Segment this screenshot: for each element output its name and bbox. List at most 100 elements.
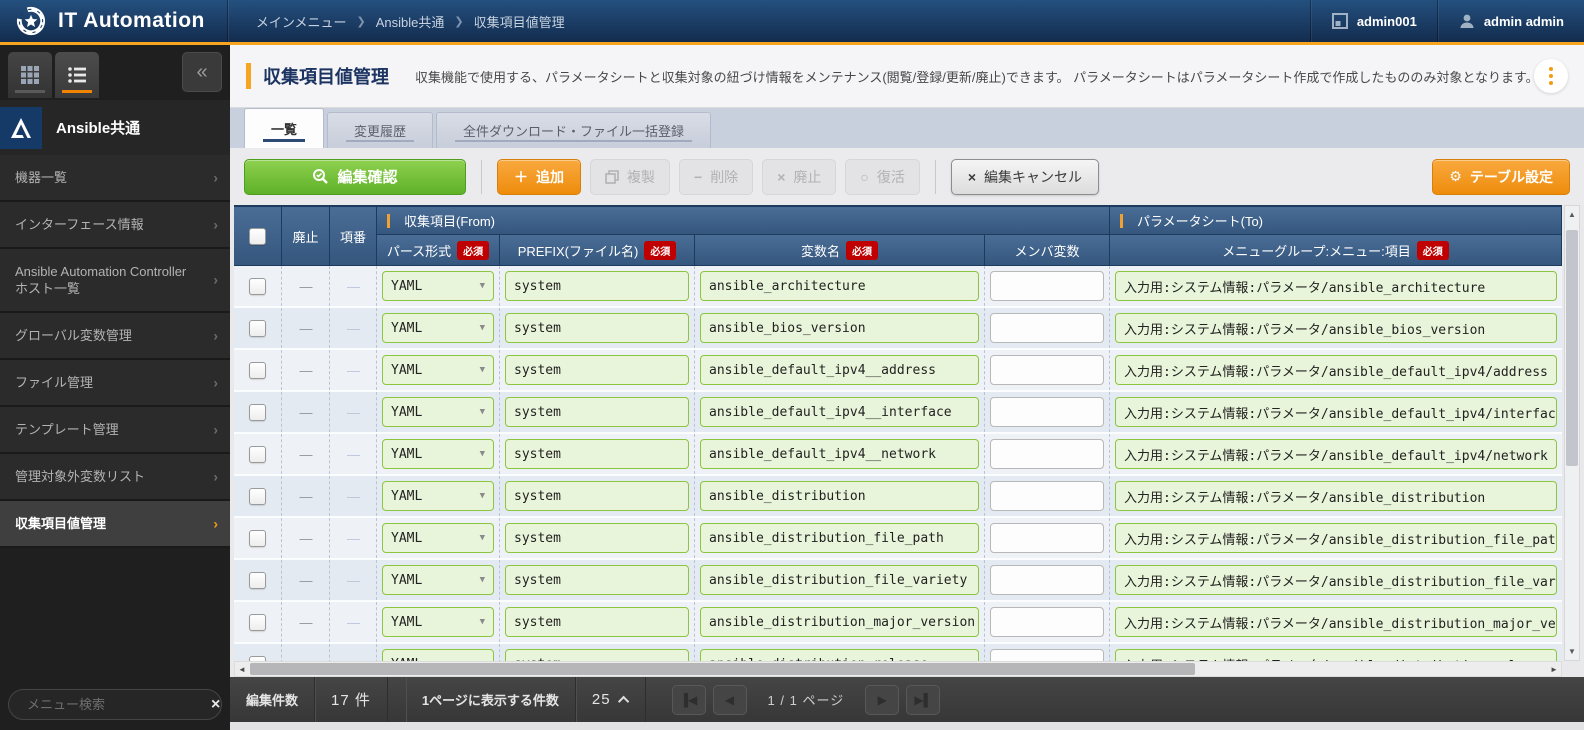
sidebar-item[interactable]: ファイル管理 ›	[0, 360, 230, 407]
variable-name-input[interactable]: ansible_distribution_release	[700, 649, 979, 661]
prefix-input[interactable]: system	[505, 607, 689, 637]
parse-format-select[interactable]: YAML ▼	[382, 313, 494, 343]
prefix-input[interactable]: system	[505, 439, 689, 469]
row-checkbox[interactable]	[249, 614, 266, 631]
prefix-input[interactable]: system	[505, 313, 689, 343]
parse-format-select[interactable]: YAML ▼	[382, 481, 494, 511]
variable-name-input[interactable]: ansible_distribution	[700, 481, 979, 511]
breadcrumb-ansible-common[interactable]: Ansible共通	[376, 12, 445, 31]
edit-confirm-button[interactable]: 編集確認	[244, 159, 466, 195]
row-checkbox[interactable]	[249, 278, 266, 295]
member-variable-input[interactable]	[990, 439, 1104, 469]
member-variable-input[interactable]	[990, 523, 1104, 553]
horizontal-scrollbar-thumb[interactable]	[250, 663, 1195, 675]
row-checkbox[interactable]	[249, 572, 266, 589]
row-checkbox[interactable]	[249, 320, 266, 337]
prefix-input[interactable]: system	[505, 565, 689, 595]
sidebar-collapse-button[interactable]: «	[182, 52, 222, 92]
parameter-sheet-select[interactable]: 入力用:システム情報:パラメータ/ansible_default_ipv4/ad…	[1115, 355, 1557, 385]
variable-name-input[interactable]: ansible_default_ipv4__address	[700, 355, 979, 385]
add-button[interactable]: ＋ 追加	[497, 159, 581, 195]
member-variable-input[interactable]	[990, 355, 1104, 385]
variable-name-input[interactable]: ansible_default_ipv4__network	[700, 439, 979, 469]
menu-group-view-tab[interactable]	[8, 52, 52, 98]
parse-format-select[interactable]: YAML ▼	[382, 523, 494, 553]
page-menu-button[interactable]	[1534, 59, 1568, 93]
user-menu[interactable]: admin admin	[1437, 0, 1584, 42]
member-variable-input[interactable]	[990, 607, 1104, 637]
variable-name-input[interactable]: ansible_architecture	[700, 271, 979, 301]
prefix-input[interactable]: system	[505, 481, 689, 511]
parameter-sheet-select[interactable]: 入力用:システム情報:パラメータ/ansible_distribution_fi…	[1115, 523, 1557, 553]
member-variable-input[interactable]	[990, 481, 1104, 511]
vertical-scrollbar[interactable]: ▲ ▼	[1564, 205, 1580, 661]
parameter-sheet-select[interactable]: 入力用:システム情報:パラメータ/ansible_default_ipv4/in…	[1115, 397, 1557, 427]
parse-format-select[interactable]: YAML ▼	[382, 397, 494, 427]
parse-format-select[interactable]: YAML ▼	[382, 565, 494, 595]
breadcrumb-main-menu[interactable]: メインメニュー	[256, 12, 347, 31]
scroll-right-icon[interactable]: ►	[1547, 665, 1561, 674]
sidebar-item[interactable]: グローバル変数管理 ›	[0, 313, 230, 360]
parse-format-select[interactable]: YAML ▼	[382, 355, 494, 385]
sidebar-item[interactable]: 収集項目値管理 ›	[0, 501, 230, 548]
number-value: —	[347, 531, 359, 546]
menu-list-view-tab[interactable]	[55, 52, 99, 98]
parse-format-select[interactable]: YAML ▼	[382, 271, 494, 301]
previous-page-button[interactable]: ◀	[713, 685, 747, 715]
table-settings-button[interactable]: ⚙ テーブル設定	[1432, 159, 1570, 195]
vertical-scrollbar-thumb[interactable]	[1566, 230, 1578, 466]
parameter-sheet-select[interactable]: 入力用:システム情報:パラメータ/ansible_distribution_re…	[1115, 649, 1557, 661]
member-variable-input[interactable]	[990, 649, 1104, 661]
member-variable-input[interactable]	[990, 565, 1104, 595]
variable-name-input[interactable]: ansible_distribution_major_version	[700, 607, 979, 637]
content-tab[interactable]: 変更履歴	[327, 112, 433, 148]
menu-search-input[interactable]	[27, 697, 203, 712]
scroll-down-icon[interactable]: ▼	[1565, 647, 1579, 656]
content-tab[interactable]: 一覧	[244, 108, 324, 148]
sidebar-item[interactable]: 機器一覧 ›	[0, 155, 230, 202]
prefix-input[interactable]: system	[505, 271, 689, 301]
clear-search-icon[interactable]: ×	[211, 697, 220, 713]
sidebar-item[interactable]: インターフェース情報 ›	[0, 202, 230, 249]
horizontal-scrollbar[interactable]: ◄ ►	[234, 661, 1562, 677]
last-page-button[interactable]: ▶▌	[906, 685, 940, 715]
edit-cancel-button[interactable]: × 編集キャンセル	[951, 159, 1099, 195]
parameter-sheet-select[interactable]: 入力用:システム情報:パラメータ/ansible_bios_version	[1115, 313, 1557, 343]
parameter-sheet-select[interactable]: 入力用:システム情報:パラメータ/ansible_architecture	[1115, 271, 1557, 301]
parse-format-select[interactable]: YAML ▼	[382, 439, 494, 469]
parse-format-select[interactable]: YAML ▼	[382, 649, 494, 661]
prefix-input[interactable]: system	[505, 397, 689, 427]
sidebar-item[interactable]: Ansible Automation Controller ホスト一覧 ›	[0, 249, 230, 313]
row-checkbox[interactable]	[249, 362, 266, 379]
parameter-sheet-select[interactable]: 入力用:システム情報:パラメータ/ansible_distribution_ma…	[1115, 607, 1557, 637]
member-variable-input[interactable]	[990, 271, 1104, 301]
prefix-input[interactable]: system	[505, 523, 689, 553]
per-page-select[interactable]: 25	[576, 677, 646, 722]
row-checkbox[interactable]	[249, 530, 266, 547]
next-page-button[interactable]: ▶	[865, 685, 899, 715]
first-page-button[interactable]: ▐◀	[672, 685, 706, 715]
sidebar-item[interactable]: 管理対象外変数リスト ›	[0, 454, 230, 501]
workspace-selector[interactable]: admin001	[1310, 0, 1437, 42]
scroll-up-icon[interactable]: ▲	[1565, 210, 1579, 219]
parameter-sheet-select[interactable]: 入力用:システム情報:パラメータ/ansible_default_ipv4/ne…	[1115, 439, 1557, 469]
member-variable-input[interactable]	[990, 397, 1104, 427]
sidebar-item[interactable]: テンプレート管理 ›	[0, 407, 230, 454]
parameter-sheet-select[interactable]: 入力用:システム情報:パラメータ/ansible_distribution_fi…	[1115, 565, 1557, 595]
prefix-input[interactable]: system	[505, 649, 689, 661]
parameter-sheet-select[interactable]: 入力用:システム情報:パラメータ/ansible_distribution	[1115, 481, 1557, 511]
variable-name-input[interactable]: ansible_default_ipv4__interface	[700, 397, 979, 427]
variable-name-input[interactable]: ansible_distribution_file_variety	[700, 565, 979, 595]
member-variable-input[interactable]	[990, 313, 1104, 343]
prefix-input[interactable]: system	[505, 355, 689, 385]
row-checkbox[interactable]	[249, 404, 266, 421]
content-tab[interactable]: 全件ダウンロード・ファイル一括登録	[436, 112, 711, 148]
variable-name-input[interactable]: ansible_bios_version	[700, 313, 979, 343]
app-logo[interactable]: IT Automation	[0, 0, 227, 42]
row-checkbox[interactable]	[249, 488, 266, 505]
select-all-checkbox[interactable]	[249, 228, 266, 245]
scroll-left-icon[interactable]: ◄	[235, 665, 249, 674]
parse-format-select[interactable]: YAML ▼	[382, 607, 494, 637]
row-checkbox[interactable]	[249, 446, 266, 463]
variable-name-input[interactable]: ansible_distribution_file_path	[700, 523, 979, 553]
